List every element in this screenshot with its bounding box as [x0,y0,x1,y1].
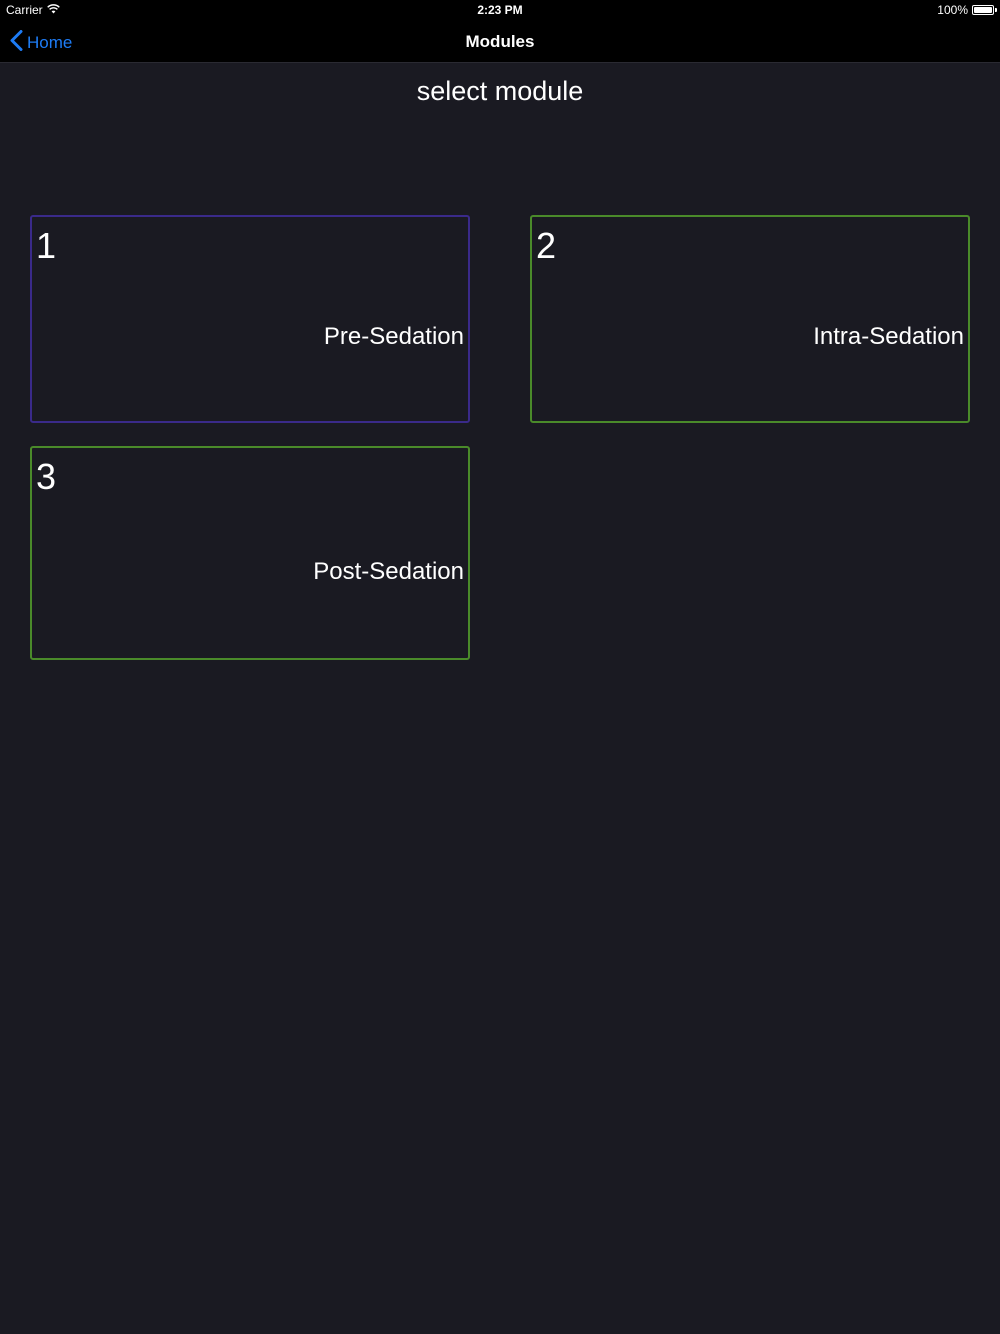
battery-icon [972,5,997,15]
module-number: 2 [536,225,557,266]
nav-title: Modules [465,32,535,51]
page-heading: select module [416,76,584,106]
module-label: Post-Sedation [313,558,464,585]
status-bar: Carrier 2:23 PM 100% [0,0,1000,20]
clock: 2:23 PM [477,3,523,17]
module-number: 3 [36,456,57,497]
module-number: 1 [36,225,57,266]
battery-indicator: 100% [937,3,997,17]
module-card-pre-sedation[interactable]: 1 Pre-Sedation [30,215,470,423]
module-card-intra-sedation[interactable]: 2 Intra-Sedation [530,215,970,423]
navigation-bar: Home Modules [0,20,1000,63]
battery-percent: 100% [937,3,968,17]
module-label: Intra-Sedation [813,323,964,350]
module-label: Pre-Sedation [323,323,464,350]
module-card-post-sedation[interactable]: 3 Post-Sedation [30,446,470,660]
